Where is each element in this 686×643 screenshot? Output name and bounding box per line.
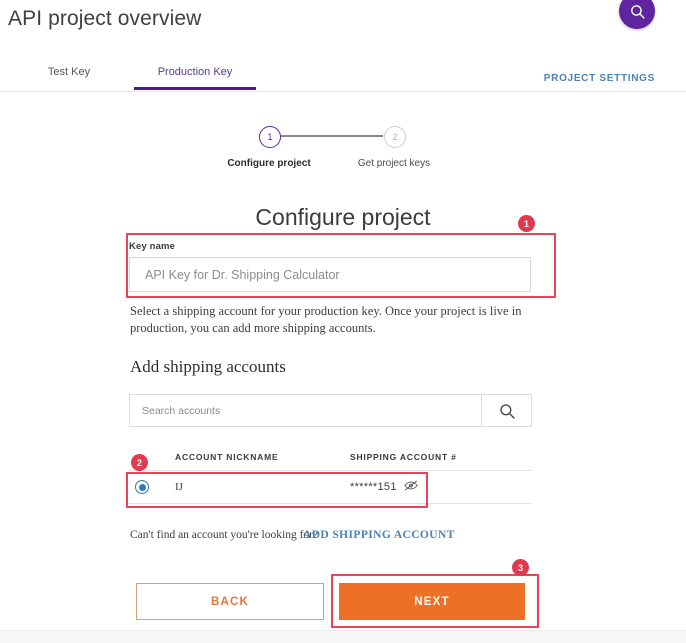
key-name-input[interactable] <box>129 257 531 292</box>
eye-slash-icon[interactable] <box>404 480 418 494</box>
column-header-account-nickname: ACCOUNT NICKNAME <box>175 452 279 462</box>
add-shipping-accounts-heading: Add shipping accounts <box>130 357 286 376</box>
stepper-step-1-label: Configure project <box>227 158 311 169</box>
tab-bar: Test Key Production Key PROJECT SETTINGS <box>0 58 686 92</box>
cell-account-nickname: IJ <box>175 481 183 493</box>
add-shipping-account-link[interactable]: ADD SHIPPING ACCOUNT <box>303 529 455 541</box>
page-title: API project overview <box>8 7 202 30</box>
account-number-text: ******151 <box>350 481 397 493</box>
accounts-table-header: ACCOUNT NICKNAME SHIPPING ACCOUNT # <box>129 449 532 471</box>
annotation-badge-3: 3 <box>512 559 529 576</box>
next-button[interactable]: NEXT <box>339 583 525 620</box>
table-row[interactable]: IJ ******151 <box>129 471 532 504</box>
stepper-step-2-circle[interactable]: 2 <box>384 126 406 148</box>
cell-shipping-account: ******151 <box>350 480 418 494</box>
tab-test-key[interactable]: Test Key <box>26 66 112 78</box>
page-header: API project overview <box>0 0 686 58</box>
column-header-shipping-account: SHIPPING ACCOUNT # <box>350 452 457 462</box>
stepper-step-2-label: Get project keys <box>357 158 431 169</box>
helper-text: Select a shipping account for your produ… <box>130 304 522 335</box>
footer-strip <box>0 630 686 643</box>
find-account-help-text: Can't find an account you're looking for… <box>130 529 319 541</box>
search-accounts-button[interactable] <box>481 395 531 426</box>
search-accounts-row <box>129 394 532 427</box>
tab-production-key[interactable]: Production Key <box>134 66 256 78</box>
active-tab-underline <box>134 87 256 90</box>
back-button[interactable]: BACK <box>136 583 324 620</box>
accounts-table: ACCOUNT NICKNAME SHIPPING ACCOUNT # IJ *… <box>129 449 532 504</box>
account-select-radio[interactable] <box>135 480 149 494</box>
key-name-field-block: Key name <box>129 241 531 292</box>
search-accounts-input[interactable] <box>130 395 481 426</box>
form-title: Configure project <box>255 204 431 230</box>
search-icon[interactable] <box>619 0 655 29</box>
stepper-step-1-circle[interactable]: 1 <box>259 126 281 148</box>
project-settings-link[interactable]: PROJECT SETTINGS <box>544 73 655 84</box>
stepper: 1 2 Configure project Get project keys <box>0 126 686 176</box>
stepper-connector <box>281 135 383 137</box>
key-name-label: Key name <box>129 241 176 252</box>
